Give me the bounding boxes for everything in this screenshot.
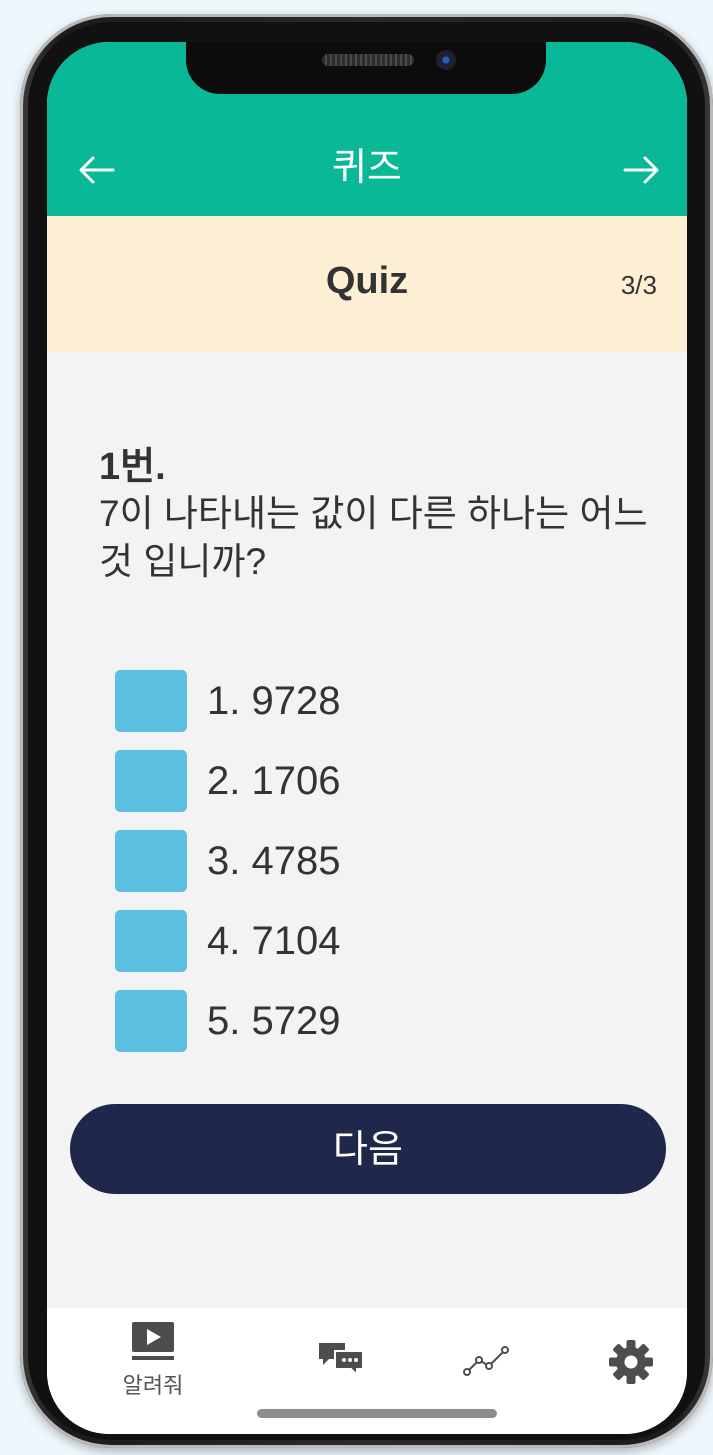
option-label: 4. 7104 bbox=[207, 918, 341, 963]
question-number: 1번. bbox=[99, 446, 166, 488]
answer-option-5[interactable]: 5. 5729 bbox=[115, 990, 635, 1052]
tab-settings[interactable] bbox=[561, 1308, 687, 1408]
chat-bubbles-icon bbox=[319, 1343, 364, 1378]
tab-chat[interactable] bbox=[271, 1308, 411, 1408]
option-label: 1. 9728 bbox=[207, 678, 341, 723]
quiz-banner: Quiz 3/3 bbox=[47, 216, 687, 352]
answer-option-4[interactable]: 4. 7104 bbox=[115, 910, 635, 972]
phone-notch bbox=[186, 42, 546, 94]
next-button[interactable]: 다음 bbox=[70, 1104, 666, 1194]
answer-option-2[interactable]: 2. 1706 bbox=[115, 750, 635, 812]
option-checkbox[interactable] bbox=[115, 910, 187, 972]
home-indicator bbox=[257, 1409, 497, 1418]
option-checkbox[interactable] bbox=[115, 670, 187, 732]
tab-stats[interactable] bbox=[417, 1308, 557, 1408]
option-checkbox[interactable] bbox=[115, 830, 187, 892]
answer-option-3[interactable]: 3. 4785 bbox=[115, 830, 635, 892]
quiz-progress: 3/3 bbox=[620, 270, 657, 300]
question-text: 7이 나타내는 값이 다른 하나는 어느것 입니까? bbox=[99, 493, 648, 582]
option-label: 5. 5729 bbox=[207, 998, 341, 1043]
arrow-right-icon[interactable] bbox=[621, 150, 661, 190]
speaker-grille bbox=[322, 54, 414, 66]
option-label: 3. 4785 bbox=[207, 838, 341, 883]
option-checkbox[interactable] bbox=[115, 990, 187, 1052]
answer-option-1[interactable]: 1. 9728 bbox=[115, 670, 635, 732]
option-checkbox[interactable] bbox=[115, 750, 187, 812]
tab-tell-me[interactable]: 알려줘 bbox=[83, 1308, 223, 1408]
gear-icon bbox=[609, 1340, 653, 1384]
video-play-icon bbox=[132, 1322, 174, 1360]
option-label: 2. 1706 bbox=[207, 758, 341, 803]
front-camera bbox=[436, 50, 456, 70]
page-title: 퀴즈 bbox=[332, 145, 402, 189]
line-chart-icon bbox=[463, 1346, 509, 1376]
tab-label: 알려줘 bbox=[122, 1374, 184, 1399]
question: 1번. 7이 나타내는 값이 다른 하나는 어느것 입니까? bbox=[99, 444, 659, 586]
quiz-title: Quiz bbox=[325, 260, 409, 302]
app-screen: 퀴즈 Quiz 3/3 1번. 7이 나타내는 값이 다른 하나는 어느것 입니… bbox=[47, 42, 687, 1434]
answer-options: 1. 9728 2. 1706 3. 4785 4. 7104 5. 5729 bbox=[115, 670, 635, 1070]
